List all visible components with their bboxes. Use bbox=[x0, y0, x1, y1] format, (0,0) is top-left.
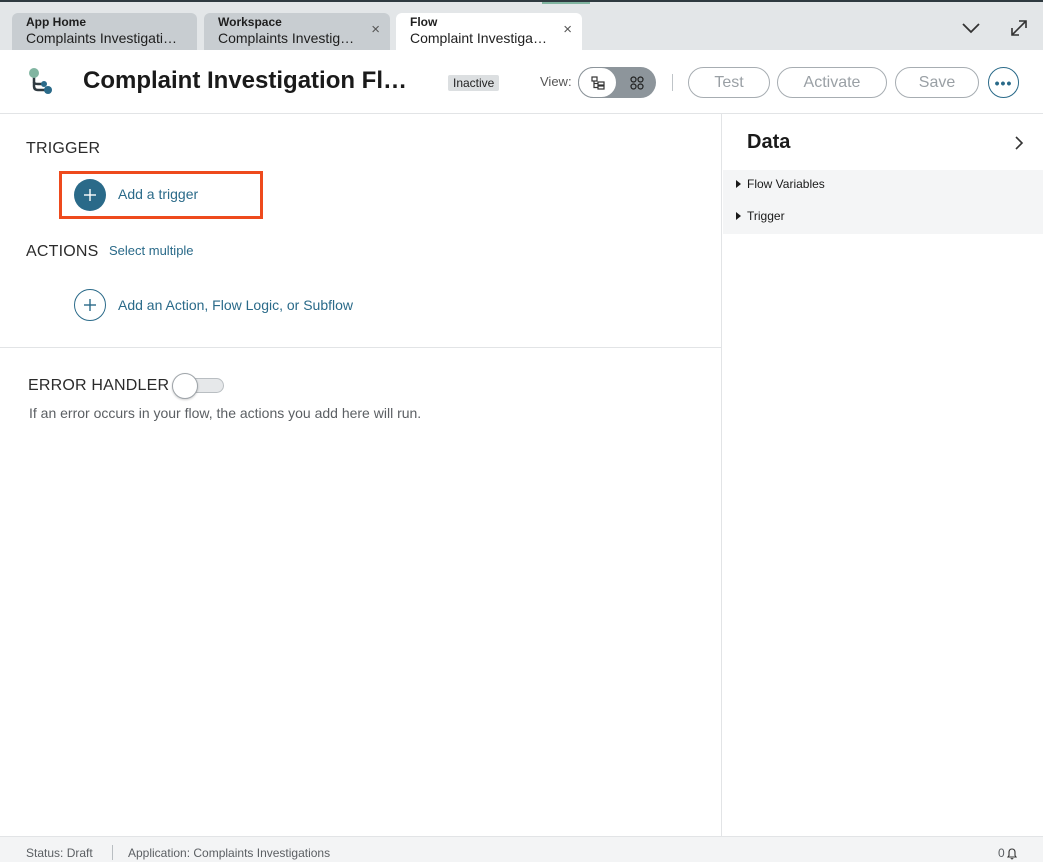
data-item-trigger[interactable]: Trigger bbox=[736, 204, 785, 228]
notifications[interactable]: 0 bbox=[998, 846, 1018, 860]
tab-title: Workspace bbox=[218, 15, 282, 29]
tab-bar: App Home Complaints Investigati… Workspa… bbox=[0, 0, 1043, 52]
add-action-plus-icon[interactable] bbox=[74, 289, 106, 321]
status-bar: Status: Draft Application: Complaints In… bbox=[0, 836, 1043, 862]
view-label: View: bbox=[540, 74, 572, 89]
save-button[interactable]: Save bbox=[895, 67, 979, 98]
add-trigger-link[interactable]: Add a trigger bbox=[118, 186, 198, 202]
chevron-right-icon[interactable] bbox=[1013, 134, 1031, 154]
error-handler-help-text: If an error occurs in your flow, the act… bbox=[29, 405, 422, 421]
close-icon[interactable]: × bbox=[563, 22, 572, 38]
data-item-label: Trigger bbox=[747, 209, 785, 223]
expand-icon[interactable] bbox=[1005, 14, 1033, 42]
header-divider bbox=[672, 74, 673, 91]
trigger-heading: TRIGGER bbox=[26, 140, 101, 157]
toggle-knob bbox=[172, 373, 198, 399]
data-panel: Data Flow Variables Trigger bbox=[723, 114, 1043, 836]
select-multiple-link[interactable]: Select multiple bbox=[109, 243, 194, 258]
error-handler-toggle[interactable] bbox=[172, 373, 224, 399]
status-badge: Inactive bbox=[448, 75, 500, 91]
add-trigger-plus-icon[interactable] bbox=[74, 179, 106, 211]
tab-subtitle: Complaint Investiga… bbox=[410, 30, 547, 46]
tab-app-home[interactable]: App Home Complaints Investigati… bbox=[12, 13, 197, 50]
error-handler-heading: ERROR HANDLER bbox=[28, 377, 170, 394]
tab-workspace[interactable]: Workspace Complaints Investig… × bbox=[204, 13, 390, 50]
test-button[interactable]: Test bbox=[688, 67, 770, 98]
top-accent-strip bbox=[542, 2, 590, 4]
view-toggle[interactable] bbox=[578, 67, 656, 98]
flow-header: Complaint Investigation Fl… Inactive Vie… bbox=[0, 50, 1043, 114]
tab-subtitle: Complaints Investigati… bbox=[26, 30, 177, 46]
flow-logo-icon bbox=[26, 66, 58, 98]
data-panel-title: Data bbox=[747, 131, 791, 153]
chevron-down-icon[interactable] bbox=[957, 14, 985, 42]
notification-count: 0 bbox=[998, 846, 1005, 860]
status-text: Status: Draft bbox=[26, 846, 93, 860]
tab-title: Flow bbox=[410, 15, 438, 29]
more-options-button[interactable]: ••• bbox=[988, 67, 1019, 98]
flow-canvas: TRIGGER Add a trigger ACTIONS Select mul… bbox=[0, 114, 722, 836]
tab-title: App Home bbox=[26, 15, 86, 29]
close-icon[interactable]: × bbox=[371, 22, 380, 38]
application-text: Application: Complaints Investigations bbox=[128, 846, 331, 860]
section-divider bbox=[0, 347, 722, 348]
tree-view-icon[interactable] bbox=[578, 67, 617, 98]
tab-flow[interactable]: Flow Complaint Investiga… × bbox=[396, 13, 582, 52]
data-item-flow-variables[interactable]: Flow Variables bbox=[736, 172, 825, 196]
actions-heading: ACTIONS bbox=[26, 243, 99, 260]
caret-right-icon bbox=[736, 180, 741, 188]
add-action-link[interactable]: Add an Action, Flow Logic, or Subflow bbox=[118, 297, 353, 313]
data-panel-list: Flow Variables Trigger bbox=[723, 170, 1043, 234]
tab-subtitle: Complaints Investig… bbox=[218, 30, 355, 46]
status-divider bbox=[112, 845, 113, 860]
diagram-view-icon[interactable] bbox=[617, 67, 656, 98]
activate-button[interactable]: Activate bbox=[777, 67, 887, 98]
data-item-label: Flow Variables bbox=[747, 177, 825, 191]
page-title: Complaint Investigation Fl… bbox=[83, 67, 408, 94]
caret-right-icon bbox=[736, 212, 741, 220]
bell-icon bbox=[1006, 847, 1017, 859]
